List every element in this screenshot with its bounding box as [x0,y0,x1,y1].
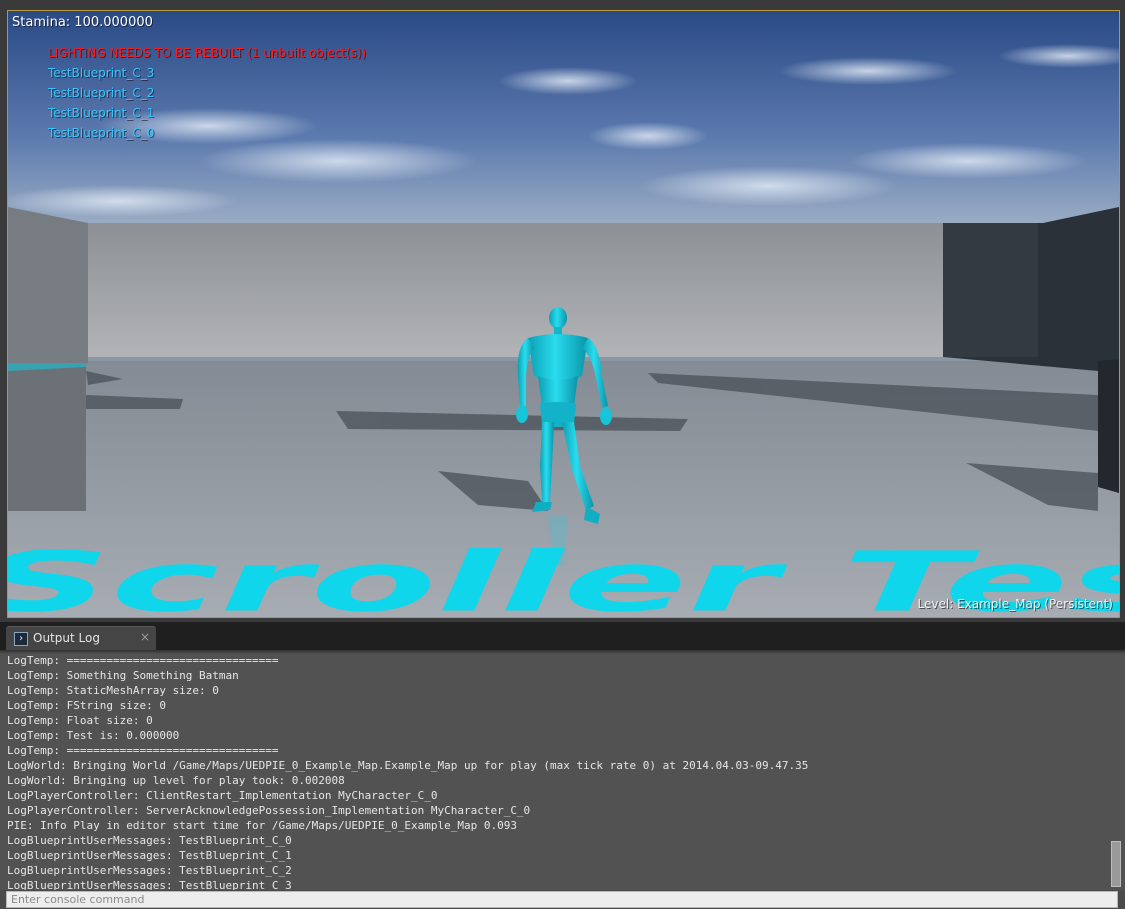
log-line: LogBlueprintUserMessages: TestBlueprint_… [7,849,292,862]
log-line: LogTemp: Float size: 0 [7,714,153,727]
tab-output-log[interactable]: › Output Log × [6,626,156,650]
tab-label: Output Log [33,631,100,645]
console-bar [0,890,1125,909]
console-icon: › [14,632,28,646]
game-viewport[interactable]: Scroller Tes Stamina: 100.000000 LIGHTIN… [7,10,1120,618]
debug-message: TestBlueprint_C_0 [48,126,155,140]
log-line: LogBlueprintUserMessages: TestBlueprint_… [7,834,292,847]
panel-tab-strip: › Output Log × [0,622,1125,650]
level-label: Level: Example_Map (Persistent) [917,597,1113,611]
stamina-readout: Stamina: 100.000000 [12,15,153,30]
game-scene: Scroller Tes [8,11,1119,617]
output-log-panel[interactable]: LogTemp: ===============================… [0,650,1125,890]
debug-message: TestBlueprint_C_2 [48,86,155,100]
log-line: LogWorld: Bringing World /Game/Maps/UEDP… [7,759,809,772]
log-line: LogTemp: StaticMeshArray size: 0 [7,684,219,697]
log-line: LogBlueprintUserMessages: TestBlueprint_… [7,864,292,877]
editor-window: Scroller Tes Stamina: 100.000000 LIGHTIN… [0,0,1125,909]
log-line: LogTemp: FString size: 0 [7,699,166,712]
log-top-shadow [0,650,1125,654]
right-block [1098,359,1119,493]
log-line: LogTemp: ===============================… [7,744,279,757]
log-scrollbar-thumb[interactable] [1111,841,1121,887]
log-line: LogPlayerController: ServerAcknowledgePo… [7,804,531,817]
log-lines: LogTemp: ===============================… [7,653,1102,890]
back-wall [86,223,946,357]
debug-message: TestBlueprint_C_3 [48,66,155,80]
log-line: LogWorld: Bringing up level for play too… [7,774,345,787]
debug-message: TestBlueprint_C_1 [48,106,155,120]
log-line: PIE: Info Play in editor start time for … [7,819,517,832]
lighting-warning: LIGHTING NEEDS TO BE REBUILT (1 unbuilt … [48,46,367,60]
console-command-input[interactable] [6,891,1118,908]
log-line: LogTemp: Something Something Batman [7,669,239,682]
viewport-frame: Scroller Tes Stamina: 100.000000 LIGHTIN… [0,0,1125,622]
log-line: LogTemp: ===============================… [7,654,279,667]
close-icon[interactable]: × [140,630,150,644]
log-line: LogTemp: Test is: 0.000000 [7,729,180,742]
left-block [8,363,86,511]
left-wall [8,207,88,363]
log-line: LogBlueprintUserMessages: TestBlueprint_… [7,879,292,890]
log-line: LogPlayerController: ClientRestart_Imple… [7,789,438,802]
debug-message-list: TestBlueprint_C_3 TestBlueprint_C_2 Test… [48,66,154,146]
